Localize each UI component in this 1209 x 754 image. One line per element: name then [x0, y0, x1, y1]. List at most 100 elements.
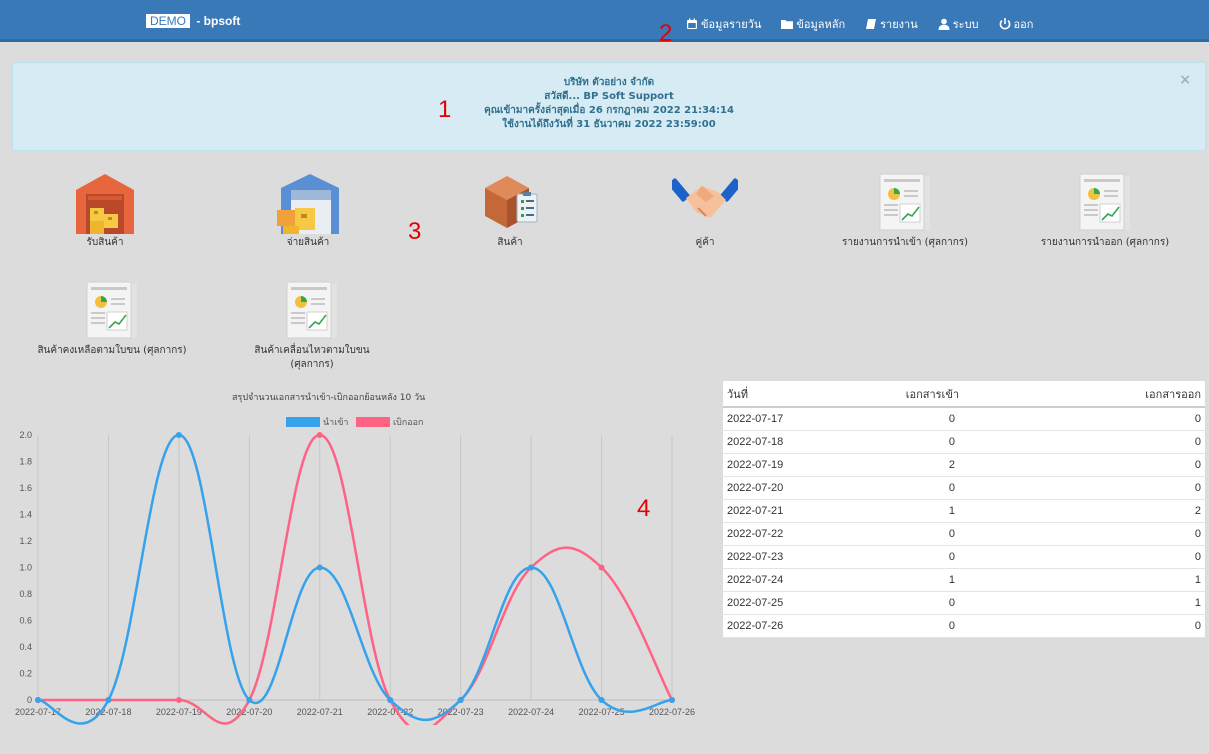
column-header-out[interactable]: เอกสารออก: [1115, 381, 1205, 408]
table-row: 2022-07-17 0 0: [723, 407, 1205, 431]
y-tick-label: 0.4: [19, 642, 32, 652]
x-tick-label: 2022-07-21: [297, 707, 343, 717]
chart-y-axis: 0 0.2 0.4 0.6 0.8 1.0 1.2 1.4 1.6 1.8 2.0: [19, 430, 32, 705]
cell-out: 0: [1115, 407, 1205, 431]
column-header-date[interactable]: วันที่: [723, 381, 814, 408]
x-tick-label: 2022-07-20: [226, 707, 272, 717]
cell-in: 1: [813, 568, 1116, 592]
annotation-marker-2: 2: [659, 20, 673, 47]
chart-title: สรุปจำนวนเอกสารนำเข้า-เบิกออกย้อนหลัง 10…: [232, 393, 426, 403]
nav-item-report[interactable]: รายงาน: [865, 15, 918, 33]
data-point: [175, 697, 182, 703]
cell-in: 0: [813, 430, 1116, 454]
cell-date: 2022-07-24: [723, 568, 814, 592]
cell-in: 2: [813, 453, 1116, 477]
legend-label: นำเข้า: [323, 417, 349, 428]
close-icon[interactable]: ×: [1179, 73, 1191, 87]
data-point: [457, 697, 464, 703]
nav-item-label: ระบบ: [952, 18, 979, 31]
table-header-row: วันที่ เอกสารเข้า เอกสารออก: [723, 381, 1205, 408]
cell-out: 0: [1115, 476, 1205, 500]
tile-label: สินค้าคงเหลือตามใบขน (ศุลกากร): [37, 345, 187, 356]
cell-in: 0: [813, 591, 1116, 615]
x-tick-label: 2022-07-18: [85, 707, 131, 717]
y-tick-label: 1.4: [19, 510, 32, 520]
y-tick-label: 1.6: [19, 483, 32, 493]
tile-export-report[interactable]: รายงานการนำออก (ศุลกากร): [1005, 172, 1205, 250]
tile-partner[interactable]: คู่ค้า: [605, 172, 805, 250]
series-line-in: [37, 433, 673, 725]
cell-out: 0: [1115, 522, 1205, 546]
tile-product[interactable]: สินค้า: [410, 172, 610, 250]
y-tick-label: 1.8: [19, 457, 32, 467]
chart-grid: [37, 435, 673, 701]
tile-label: สินค้าเคลื่อนไหวตามใบขน (ศุลกากร): [254, 345, 370, 370]
cell-out: 2: [1115, 499, 1205, 523]
nav-item-master[interactable]: ข้อมูลหลัก: [781, 15, 845, 33]
nav-item-label: ข้อมูลรายวัน: [701, 18, 762, 31]
nav-menu: ข้อมูลรายวัน ข้อมูลหลัก รายงาน ระบบ ออก: [686, 15, 1053, 33]
data-point: [528, 564, 535, 571]
data-point: [316, 432, 323, 438]
cell-date: 2022-07-21: [723, 499, 814, 523]
cell-date: 2022-07-25: [723, 591, 814, 615]
handshake-icon: [672, 178, 738, 218]
y-tick-label: 2.0: [19, 430, 32, 440]
cell-date: 2022-07-18: [723, 430, 814, 454]
tile-label: สินค้า: [497, 237, 523, 248]
table-row: 2022-07-20 0 0: [723, 476, 1205, 500]
data-point: [316, 564, 323, 571]
table-row: 2022-07-24 1 1: [723, 568, 1205, 592]
book-icon: [866, 19, 877, 29]
data-point: [175, 432, 182, 438]
nav-item-daily[interactable]: ข้อมูลรายวัน: [686, 15, 761, 33]
table-row: 2022-07-26 0 0: [723, 614, 1205, 638]
table-row: 2022-07-22 0 0: [723, 522, 1205, 546]
column-header-in[interactable]: เอกสารเข้า: [813, 381, 1116, 408]
table-row: 2022-07-18 0 0: [723, 430, 1205, 454]
cell-out: 0: [1115, 453, 1205, 477]
cell-out: 1: [1115, 591, 1205, 615]
report-icon: [1079, 173, 1130, 231]
tile-label: รายงานการนำออก (ศุลกากร): [1040, 237, 1170, 248]
data-point: [598, 697, 605, 703]
data-point: [387, 697, 394, 703]
cell-date: 2022-07-22: [723, 522, 814, 546]
legend-swatch: [286, 417, 320, 427]
table-row: 2022-07-19 2 0: [723, 453, 1205, 477]
nav-item-label: ข้อมูลหลัก: [796, 18, 846, 31]
cell-date: 2022-07-20: [723, 476, 814, 500]
nav-item-label: ออก: [1013, 18, 1034, 31]
greeting: สวัสดี... BP Soft Support: [544, 91, 674, 102]
data-point: [35, 697, 41, 703]
tile-receive[interactable]: รับสินค้า: [5, 172, 205, 250]
table-row: 2022-07-21 1 2: [723, 499, 1205, 523]
tile-dispatch[interactable]: จ่ายสินค้า: [208, 172, 408, 250]
data-point: [598, 564, 605, 571]
tile-stock-movement-report[interactable]: สินค้าเคลื่อนไหวตามใบขน (ศุลกากร): [212, 280, 412, 372]
power-icon: [999, 18, 1010, 30]
y-tick-label: 1.0: [19, 563, 32, 573]
y-tick-label: 0: [27, 695, 32, 705]
tile-import-report[interactable]: รายงานการนำเข้า (ศุลกากร): [805, 172, 1005, 250]
y-tick-label: 1.2: [19, 536, 32, 546]
x-tick-label: 2022-07-26: [649, 707, 695, 717]
cell-date: 2022-07-23: [723, 545, 814, 569]
cell-in: 0: [813, 476, 1116, 500]
y-tick-label: 0.2: [19, 669, 32, 679]
legend-label: เบิกออก: [393, 417, 424, 428]
folder-icon: [781, 20, 794, 29]
nav-item-logout[interactable]: ออก: [999, 15, 1034, 33]
brand-badge: DEMO: [146, 14, 190, 28]
expiry-date: ใช้งานได้ถึงวันที่ 31 ธันวาคม 2022 23:59…: [502, 119, 716, 130]
warehouse-receive-icon: [76, 174, 134, 234]
report-icon: [286, 281, 337, 339]
brand[interactable]: DEMO - bpsoft: [146, 14, 240, 28]
tile-label: จ่ายสินค้า: [286, 237, 330, 248]
tile-stock-balance-report[interactable]: สินค้าคงเหลือตามใบขน (ศุลกากร): [12, 280, 212, 358]
nav-item-system[interactable]: ระบบ: [938, 15, 979, 33]
y-tick-label: 0.6: [19, 616, 32, 626]
data-point: [246, 697, 253, 703]
data-point: [669, 697, 675, 703]
legend-swatch: [356, 417, 390, 427]
